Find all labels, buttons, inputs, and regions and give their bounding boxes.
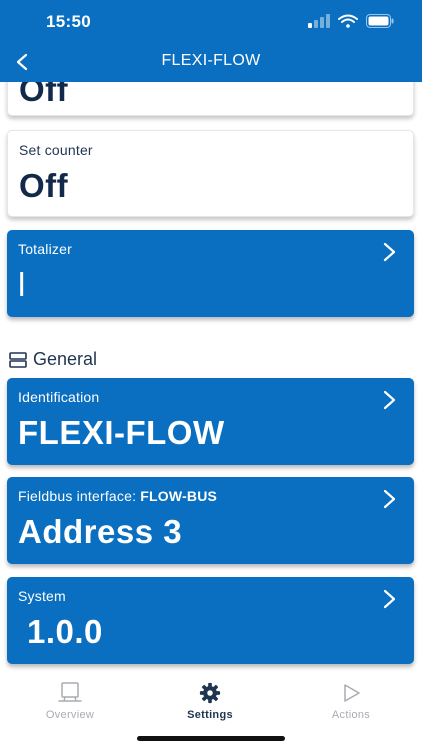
settings-list[interactable]: Off Set counter Off Totalizer l General … [0, 0, 422, 672]
totalizer-label: Totalizer [18, 241, 72, 257]
cellular-signal-icon [308, 14, 330, 28]
app-header: 15:50 FLEXI-FLOW [0, 0, 422, 82]
fieldbus-address-value: Address 3 [18, 513, 183, 550]
home-indicator [137, 736, 285, 741]
chevron-right-icon[interactable] [382, 589, 398, 609]
system-card[interactable]: System 1.0.0 [7, 577, 414, 664]
chevron-right-icon[interactable] [382, 489, 398, 509]
fieldbus-interface-label: Fieldbus interface: FLOW-BUS [18, 488, 217, 504]
tab-overview-label: Overview [45, 709, 95, 721]
tab-settings[interactable]: Settings [150, 682, 270, 721]
totalizer-value: l [18, 266, 26, 303]
system-label: System [18, 588, 66, 604]
tab-actions[interactable]: Actions [291, 682, 411, 721]
fieldbus-interface-card[interactable]: Fieldbus interface: FLOW-BUS Address 3 [7, 477, 414, 564]
general-section-header: General [9, 349, 97, 370]
set-counter-card[interactable]: Set counter Off [7, 130, 414, 217]
status-time: 15:50 [46, 12, 91, 31]
set-counter-label: Set counter [19, 142, 93, 158]
server-icon [9, 351, 27, 368]
status-icons [308, 14, 394, 28]
gear-icon [199, 682, 221, 704]
totalizer-card[interactable]: Totalizer l [7, 230, 414, 317]
play-icon [344, 684, 360, 702]
fieldbus-interface-label-text: Fieldbus interface: [18, 488, 137, 504]
page-title: FLEXI-FLOW [161, 52, 261, 69]
identification-label: Identification [18, 389, 100, 405]
tab-actions-label: Actions [331, 709, 371, 721]
identification-card[interactable]: Identification FLEXI-FLOW [7, 378, 414, 465]
tab-overview[interactable]: Overview [10, 682, 130, 721]
wifi-icon [338, 14, 358, 28]
fieldbus-protocol-name: FLOW-BUS [140, 488, 218, 504]
set-counter-value: Off [19, 167, 69, 204]
chevron-right-icon[interactable] [382, 390, 398, 410]
system-version-value: 1.0.0 [27, 613, 103, 650]
settings-screen: Off Set counter Off Totalizer l General … [0, 0, 422, 750]
chevron-right-icon[interactable] [382, 242, 398, 262]
monitor-icon [58, 682, 82, 702]
general-section-title: General [33, 349, 98, 369]
identification-value: FLEXI-FLOW [18, 414, 225, 451]
battery-icon [366, 14, 394, 28]
tab-settings-label: Settings [187, 709, 233, 721]
